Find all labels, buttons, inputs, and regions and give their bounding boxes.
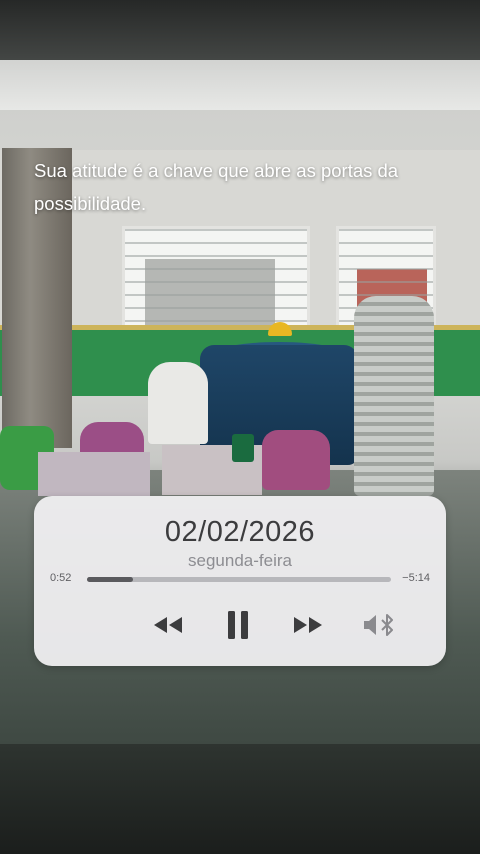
- progress-scrubber[interactable]: [87, 577, 391, 582]
- quote-text: Sua atitude é a chave que abre as portas…: [34, 154, 454, 220]
- white-chair: [148, 362, 208, 444]
- stacked-chairs: [354, 296, 434, 496]
- speaker-bluetooth-icon: [364, 614, 393, 636]
- rewind-icon: [154, 617, 182, 633]
- story-screen: Sua atitude é a chave que abre as portas…: [0, 0, 480, 854]
- fast-forward-icon: [294, 617, 322, 633]
- plastic-table: [38, 452, 150, 496]
- rewind-button[interactable]: [146, 608, 190, 642]
- progress-fill: [87, 577, 133, 582]
- background-bottom: [0, 744, 480, 854]
- elapsed-time: 0:52: [50, 572, 72, 584]
- audio-output-button[interactable]: [358, 608, 400, 642]
- remaining-time: −5:14: [402, 572, 430, 584]
- player-weekday: segunda-feira: [188, 551, 292, 570]
- music-player-card: 02/02/2026 segunda-feira 0:52 −5:14: [34, 496, 446, 666]
- quote-line-1: Sua atitude é a chave que abre as portas…: [34, 160, 399, 181]
- window-left: [122, 226, 310, 336]
- player-date: 02/02/2026: [164, 516, 316, 548]
- fast-forward-button[interactable]: [286, 608, 330, 642]
- ceiling: [0, 60, 480, 110]
- quote-line-2: possibilidade.: [34, 193, 147, 214]
- green-cup: [232, 434, 254, 462]
- pause-icon: [228, 611, 248, 639]
- pause-button[interactable]: [220, 608, 256, 642]
- purple-chair: [262, 430, 330, 490]
